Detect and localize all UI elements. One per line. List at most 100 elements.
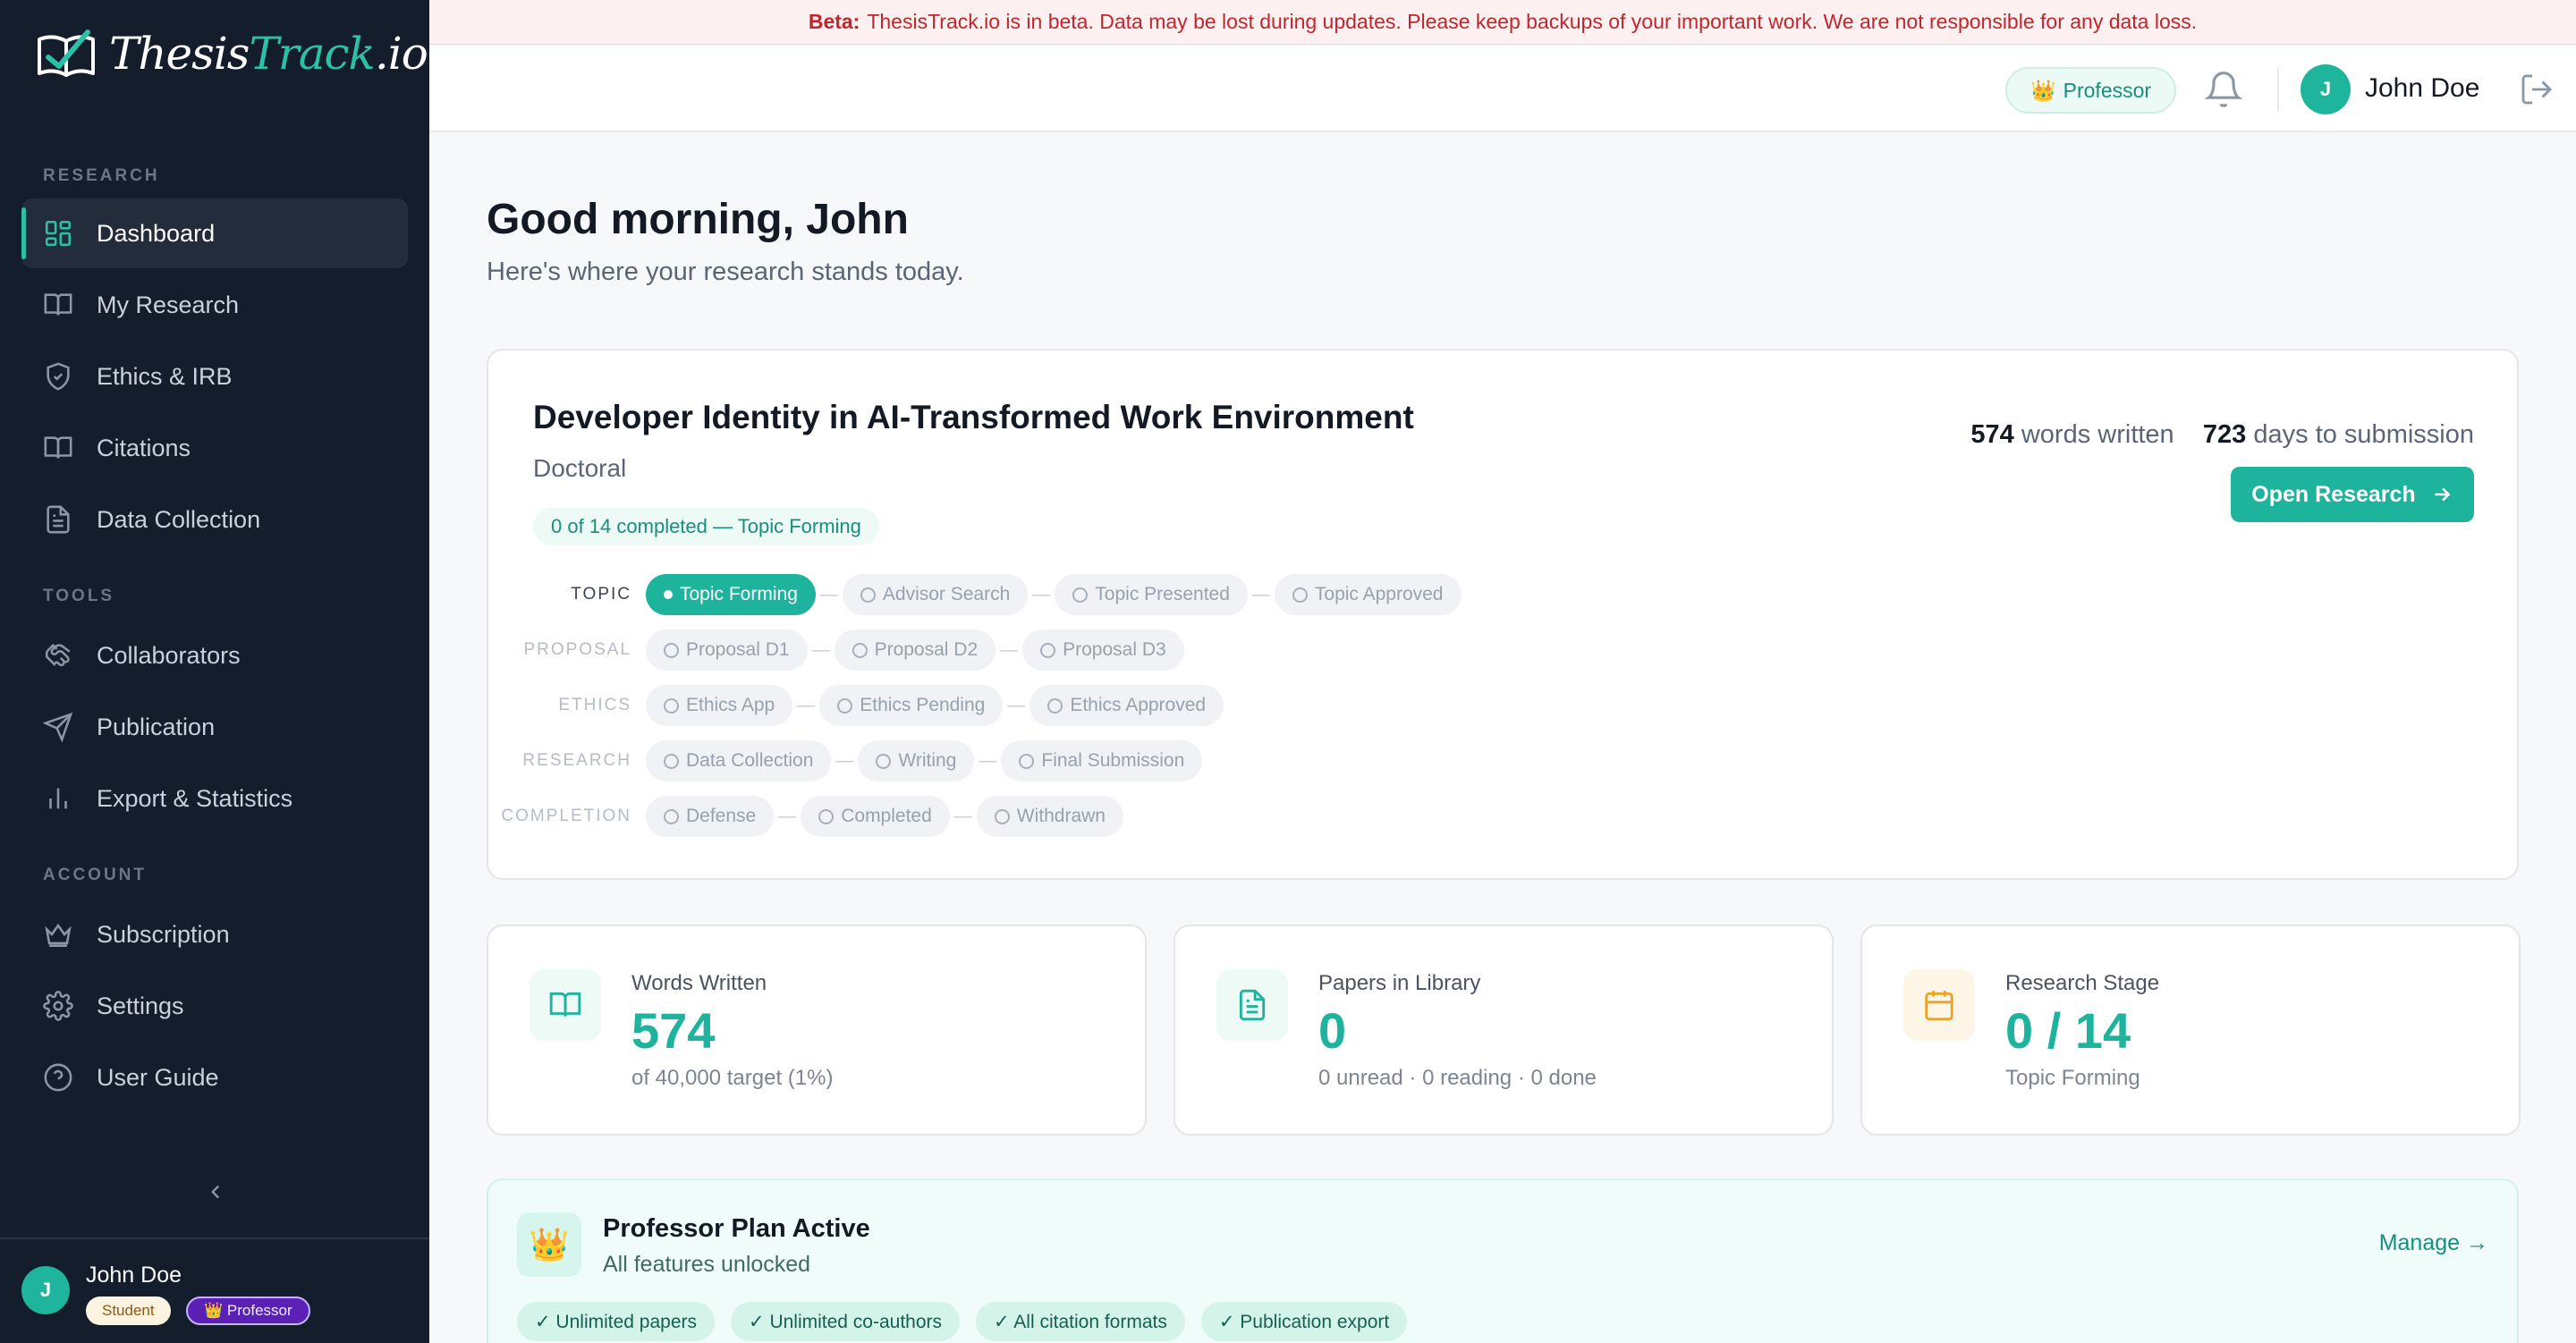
document-icon (1216, 969, 1288, 1041)
chevron-left-icon (211, 1185, 220, 1199)
app-logo[interactable]: ThesisTrack.io (36, 27, 428, 80)
header-user-name[interactable]: John Doe (2365, 73, 2479, 104)
stage-chip[interactable]: Data Collection (646, 740, 832, 781)
stage-chip[interactable]: Topic Forming (646, 574, 816, 615)
sidebar-item-data-collection[interactable]: Data Collection (21, 485, 408, 554)
nav-section-research: RESEARCH (43, 166, 160, 185)
stage-chip[interactable]: Proposal D3 (1022, 629, 1184, 671)
circle-icon (664, 753, 679, 769)
stage-chip-label: Topic Forming (680, 584, 798, 604)
book-icon (43, 290, 73, 320)
crown-icon: 👑 (2030, 78, 2056, 102)
logo-text: ThesisTrack.io (109, 28, 428, 80)
manage-plan-link[interactable]: Manage → (2379, 1230, 2488, 1256)
stage-chip[interactable]: Ethics App (646, 685, 793, 726)
stage-chip-label: Ethics Approved (1070, 695, 1207, 715)
professor-badge: 👑 Professor (186, 1297, 310, 1325)
circle-icon (1019, 753, 1035, 769)
stat-sub: Topic Forming (2005, 1066, 2140, 1090)
words-label: words written (2021, 420, 2174, 449)
circle-icon (1040, 642, 1056, 658)
avatar[interactable]: J (2301, 64, 2351, 114)
stat-value: 574 (631, 1002, 716, 1059)
collapse-sidebar-button[interactable] (200, 1177, 231, 1207)
active-dot-icon (664, 590, 673, 599)
stat-value: 0 / 14 (2005, 1002, 2131, 1059)
stage-chip[interactable]: Defense (646, 796, 775, 837)
role-badge[interactable]: 👑 Professor (2005, 67, 2177, 114)
sidebar-item-export-statistics[interactable]: Export & Statistics (21, 764, 408, 833)
sidebar-item-label: Settings (97, 992, 184, 1019)
sidebar-item-label: Data Collection (97, 505, 261, 533)
stage-chip-label: Proposal D1 (686, 639, 790, 660)
sidebar-item-my-research[interactable]: My Research (21, 270, 408, 340)
arrow-right-icon (2435, 487, 2451, 502)
sidebar-item-label: Subscription (97, 920, 230, 948)
stage-chip-label: Ethics App (686, 695, 775, 715)
plan-features: ✓ Unlimited papers ✓ Unlimited co-author… (517, 1302, 1408, 1341)
feature-badge: ✓ All citation formats (976, 1302, 1185, 1341)
shield-icon (43, 361, 73, 392)
stage-chip[interactable]: Final Submission (1001, 740, 1203, 781)
stage-chip-label: Writing (898, 750, 957, 771)
stage-chip-label: Withdrawn (1016, 806, 1106, 826)
stage-chip-label: Proposal D2 (874, 639, 979, 660)
beta-label: Beta: (808, 10, 860, 33)
progress-badge: 0 of 14 completed — Topic Forming (533, 508, 879, 545)
student-badge: Student (86, 1297, 171, 1325)
sidebar-item-settings[interactable]: Settings (21, 971, 408, 1041)
stage-chip[interactable]: Writing (858, 740, 975, 781)
stage-row-completion: COMPLETION Defense — Completed — Withdra… (488, 796, 1123, 837)
sidebar-item-label: My Research (97, 291, 240, 318)
feature-badge: ✓ Publication export (1200, 1302, 1408, 1341)
help-circle-icon (43, 1062, 73, 1093)
stage-connector: — (979, 750, 997, 771)
sidebar-item-citations[interactable]: Citations (21, 413, 408, 483)
avatar: J (21, 1266, 70, 1314)
stage-connector: — (1007, 695, 1026, 715)
stage-chip[interactable]: Proposal D2 (834, 629, 996, 671)
role-label: Professor (2063, 78, 2152, 102)
sidebar-item-collaborators[interactable]: Collaborators (21, 621, 408, 690)
stage-chip[interactable]: Ethics Pending (819, 685, 1004, 726)
logout-icon (2521, 74, 2553, 105)
stage-chip[interactable]: Ethics Approved (1030, 685, 1224, 726)
stage-chip[interactable]: Proposal D1 (646, 629, 808, 671)
plan-title: Professor Plan Active (603, 1214, 870, 1243)
gear-icon (43, 991, 73, 1021)
sidebar-item-user-guide[interactable]: User Guide (21, 1043, 408, 1112)
stage-connector: — (819, 584, 838, 604)
logo-icon (38, 30, 95, 77)
stat-card-stage: Research Stage 0 / 14 Topic Forming (1860, 925, 2521, 1136)
stat-label: Papers in Library (1318, 971, 1481, 995)
stage-chip-label: Topic Presented (1095, 584, 1230, 604)
send-icon (43, 712, 73, 742)
circle-icon (852, 642, 868, 658)
sidebar-user-profile[interactable]: J John Doe Student 👑 Professor (0, 1237, 429, 1343)
research-level: Doctoral (533, 454, 627, 482)
days-count: 723 (2202, 420, 2247, 449)
notifications-button[interactable] (2204, 70, 2243, 109)
sidebar-item-subscription[interactable]: Subscription (21, 900, 408, 969)
sidebar-item-publication[interactable]: Publication (21, 692, 408, 762)
open-research-button[interactable]: Open Research (2231, 467, 2474, 522)
sidebar-item-ethics[interactable]: Ethics & IRB (21, 342, 408, 411)
stage-chip-label: Advisor Search (882, 584, 1011, 604)
circle-icon (1072, 587, 1089, 603)
logout-button[interactable] (2519, 72, 2555, 107)
stage-chip[interactable]: Advisor Search (842, 574, 1029, 615)
stage-chip[interactable]: Topic Presented (1055, 574, 1248, 615)
beta-message: ThesisTrack.io is in beta. Data may be l… (867, 10, 2198, 33)
feature-badge: ✓ Unlimited co-authors (731, 1302, 961, 1341)
sidebar-item-dashboard[interactable]: Dashboard (21, 198, 408, 268)
stage-connector: — (797, 695, 816, 715)
stage-chip-label: Proposal D3 (1063, 639, 1166, 660)
stage-chip[interactable]: Topic Approved (1274, 574, 1462, 615)
stage-chip-label: Topic Approved (1314, 584, 1444, 604)
stage-chip[interactable]: Completed (801, 796, 950, 837)
stage-chip[interactable]: Withdrawn (976, 796, 1123, 837)
stage-chip-label: Ethics Pending (860, 695, 986, 715)
stage-chip-label: Final Submission (1041, 750, 1185, 771)
dashboard-icon (43, 218, 73, 249)
research-title: Developer Identity in AI-Transformed Wor… (533, 399, 1414, 435)
